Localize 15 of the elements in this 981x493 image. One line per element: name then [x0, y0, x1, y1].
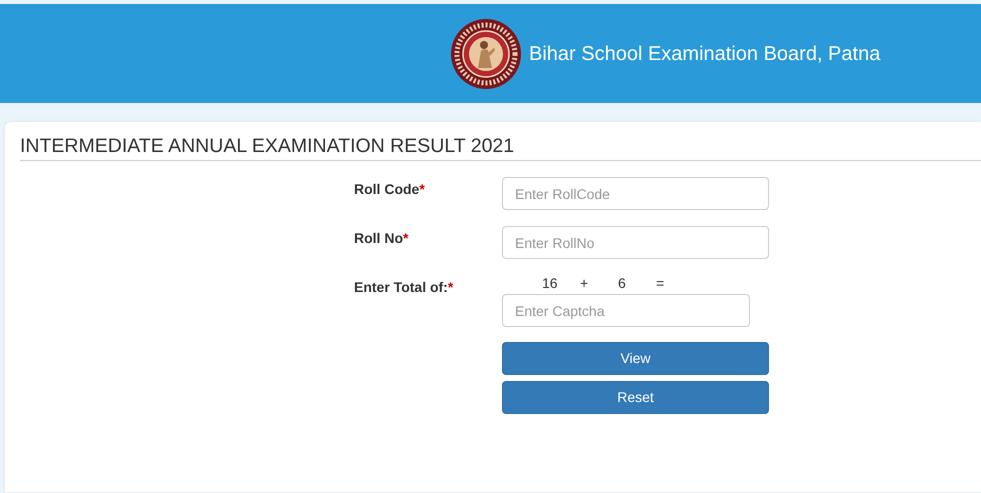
captcha-text: +	[580, 275, 590, 292]
field-label: Enter Total of:*	[354, 278, 454, 297]
input-field[interactable]: Enter RollNo	[502, 226, 769, 259]
field-label: Roll Code*	[354, 180, 426, 199]
captcha-text: =	[656, 275, 666, 292]
board-title: Bihar School Examination Board, Patna	[529, 42, 880, 66]
page-title: INTERMEDIATE ANNUAL EXAMINATION RESULT 2021	[20, 134, 981, 161]
form-button[interactable]: Reset	[502, 381, 769, 414]
form-button[interactable]: View	[502, 342, 769, 375]
captcha-field[interactable]: Enter Captcha	[502, 294, 750, 327]
captcha-text: 6	[618, 275, 627, 292]
emblem-logo	[450, 18, 522, 90]
input-field[interactable]: Enter RollCode	[502, 177, 769, 210]
captcha-text: 16	[542, 275, 559, 292]
field-label: Roll No*	[354, 229, 410, 248]
